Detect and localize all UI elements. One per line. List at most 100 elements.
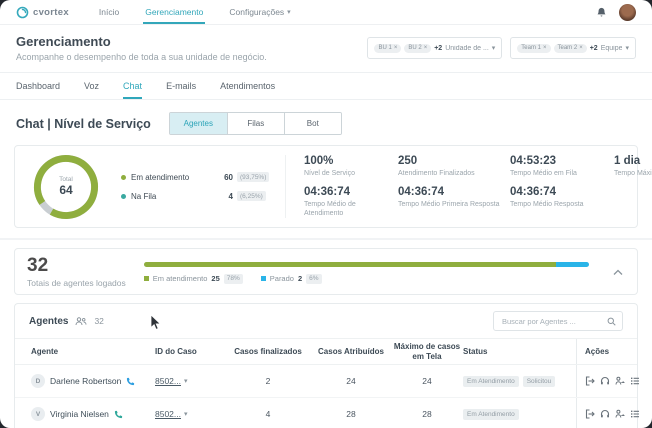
sign-out-icon[interactable] [585, 409, 595, 419]
case-id-dropdown[interactable]: 8502...▾ [155, 376, 225, 386]
filter-chip[interactable]: Team 1× [517, 44, 550, 53]
actions-cell [576, 365, 640, 397]
col-casos-atribuidos: Casos Atribuídos [311, 347, 391, 356]
agents-table-header: Agentes 32 [15, 304, 637, 338]
metric: 250Atendimento Finalizados [398, 155, 502, 178]
remove-chip-icon[interactable]: × [543, 45, 547, 51]
donut-legend: Em atendimento 60 (93,75%) Na Fila 4 (6,… [121, 172, 273, 201]
people-icon [75, 317, 87, 326]
filter-chip[interactable]: Team 2× [554, 44, 587, 53]
nav-right [596, 4, 636, 21]
col-maximo-casos: Máximo de casos em Tela [391, 342, 463, 360]
brand-logo-icon [16, 6, 29, 19]
search-box[interactable] [493, 311, 623, 331]
tab-chat[interactable]: Chat [123, 73, 142, 99]
main-nav: Início Gerenciamento Configurações▾ [99, 0, 291, 24]
nav-item-configuracoes[interactable]: Configurações▾ [229, 0, 290, 24]
service-level-card: Total 64 Em atendimento 60 (93,75%) Na F… [14, 145, 638, 228]
collapse-chevron-up-icon[interactable] [611, 262, 625, 281]
agents-summary-total: 32 Totais de agentes logados [27, 256, 126, 288]
remove-chip-icon[interactable]: × [394, 45, 398, 51]
percentage-badge: (93,75%) [237, 172, 269, 182]
list-icon[interactable] [630, 376, 640, 386]
filter-chip[interactable]: BU 1× [374, 44, 401, 53]
user-avatar[interactable] [619, 4, 636, 21]
avatar: V [31, 407, 45, 421]
donut-total-label: Total [59, 176, 73, 183]
status-cell: Em Atendimento [463, 409, 576, 420]
remove-chip-icon[interactable]: × [424, 45, 428, 51]
search-input[interactable] [500, 316, 603, 327]
bar-legend: Em atendimento 25 78% Parado 2 6% [144, 274, 589, 284]
percentage-badge: 78% [224, 274, 243, 284]
brand[interactable]: cvortex [16, 6, 69, 19]
logged-agents-label: Totais de agentes logados [27, 278, 126, 288]
segment-bot[interactable]: Bot [284, 113, 341, 134]
chevron-down-icon: ▾ [625, 44, 629, 52]
filter-business-unit[interactable]: BU 1× BU 2× +2 Unidade de ... ▾ [367, 37, 502, 59]
metric: 04:36:74Tempo Médio Primeira Resposta [398, 186, 502, 218]
chevron-down-icon: ▾ [492, 44, 496, 52]
app-window: cvortex Início Gerenciamento Configuraçõ… [0, 0, 652, 428]
avatar: D [31, 374, 45, 388]
bell-icon[interactable] [596, 7, 607, 18]
filter-chip[interactable]: BU 2× [404, 44, 431, 53]
agents-table-card: Agentes 32 Agente ID do Caso Casos final… [14, 303, 638, 428]
legend-bullet [121, 175, 126, 180]
headset-icon[interactable] [600, 409, 610, 419]
tab-emails[interactable]: E-mails [166, 73, 196, 99]
filter-team[interactable]: Team 1× Team 2× +2 Equipe ▾ [510, 37, 636, 59]
agent-transfer-icon[interactable] [615, 409, 625, 419]
remove-chip-icon[interactable]: × [579, 45, 583, 51]
table-row[interactable]: D Darlene Robertson 8502...▾ 2 24 24 Em … [15, 365, 637, 398]
headset-icon[interactable] [600, 376, 610, 386]
page-header-text: Gerenciamento Acompanhe o desempenho de … [16, 34, 267, 62]
status-badge: Solicitou [523, 376, 556, 387]
search-icon[interactable] [607, 317, 616, 326]
segment-filas[interactable]: Filas [227, 113, 284, 134]
page-subtitle: Acompanhe o desempenho de toda a sua uni… [16, 52, 267, 62]
metric: 04:36:74Tempo Médio de Atendimento [304, 186, 390, 218]
stacked-bar [144, 262, 589, 267]
chevron-down-icon: ▾ [184, 377, 188, 385]
page-title: Gerenciamento [16, 34, 267, 49]
logged-agents-count: 32 [27, 256, 126, 275]
col-acoes: Ações [576, 339, 637, 364]
phone-call-icon[interactable] [126, 377, 135, 386]
more-chips-count: +2 [590, 45, 598, 52]
table-row[interactable]: V Virginia Nielsen 8502...▾ 4 28 28 Em A… [15, 398, 637, 428]
bar-segment-parado [556, 262, 589, 267]
agent-cell: D Darlene Robertson [31, 374, 155, 388]
nav-item-gerenciamento[interactable]: Gerenciamento [145, 0, 203, 24]
legend-item: Na Fila 4 (6,25%) [121, 191, 273, 201]
panel-title: Chat | Nível de Serviço [16, 117, 151, 131]
nav-item-inicio[interactable]: Início [99, 0, 119, 24]
donut-total-value: 64 [59, 183, 73, 197]
segment-agentes[interactable]: Agentes [170, 113, 227, 134]
tab-atendimentos[interactable]: Atendimentos [220, 73, 275, 99]
legend-item: Parado 2 6% [261, 274, 322, 284]
bar-segment-em-atendimento [144, 262, 556, 267]
col-casos-finalizados: Casos finalizados [225, 347, 311, 356]
case-id-dropdown[interactable]: 8502...▾ [155, 409, 225, 419]
sign-out-icon[interactable] [585, 376, 595, 386]
tab-dashboard[interactable]: Dashboard [16, 73, 60, 99]
tab-voz[interactable]: Voz [84, 73, 99, 99]
metric: 04:36:74Tempo Médio Resposta [510, 186, 606, 218]
panel-header: Chat | Nível de Serviço Agentes Filas Bo… [0, 100, 652, 145]
actions-cell [576, 398, 640, 428]
list-icon[interactable] [630, 409, 640, 419]
phone-call-icon[interactable] [114, 410, 123, 419]
col-agente: Agente [31, 347, 155, 356]
col-id-caso: ID do Caso [155, 347, 225, 356]
kpi-metrics: 100%Nível de Serviço 250Atendimento Fina… [285, 155, 652, 218]
filter-label: Equipe [601, 45, 623, 52]
metric: 100%Nível de Serviço [304, 155, 390, 178]
agent-transfer-icon[interactable] [615, 376, 625, 386]
status-cell: Em Atendimento Solicitou [463, 376, 576, 387]
agent-cell: V Virginia Nielsen [31, 407, 155, 421]
section-divider [0, 238, 652, 240]
agents-summary-card: 32 Totais de agentes logados Em atendime… [14, 248, 638, 295]
status-badge: Em Atendimento [463, 376, 519, 387]
table-column-headers: Agente ID do Caso Casos finalizados Caso… [15, 338, 637, 365]
